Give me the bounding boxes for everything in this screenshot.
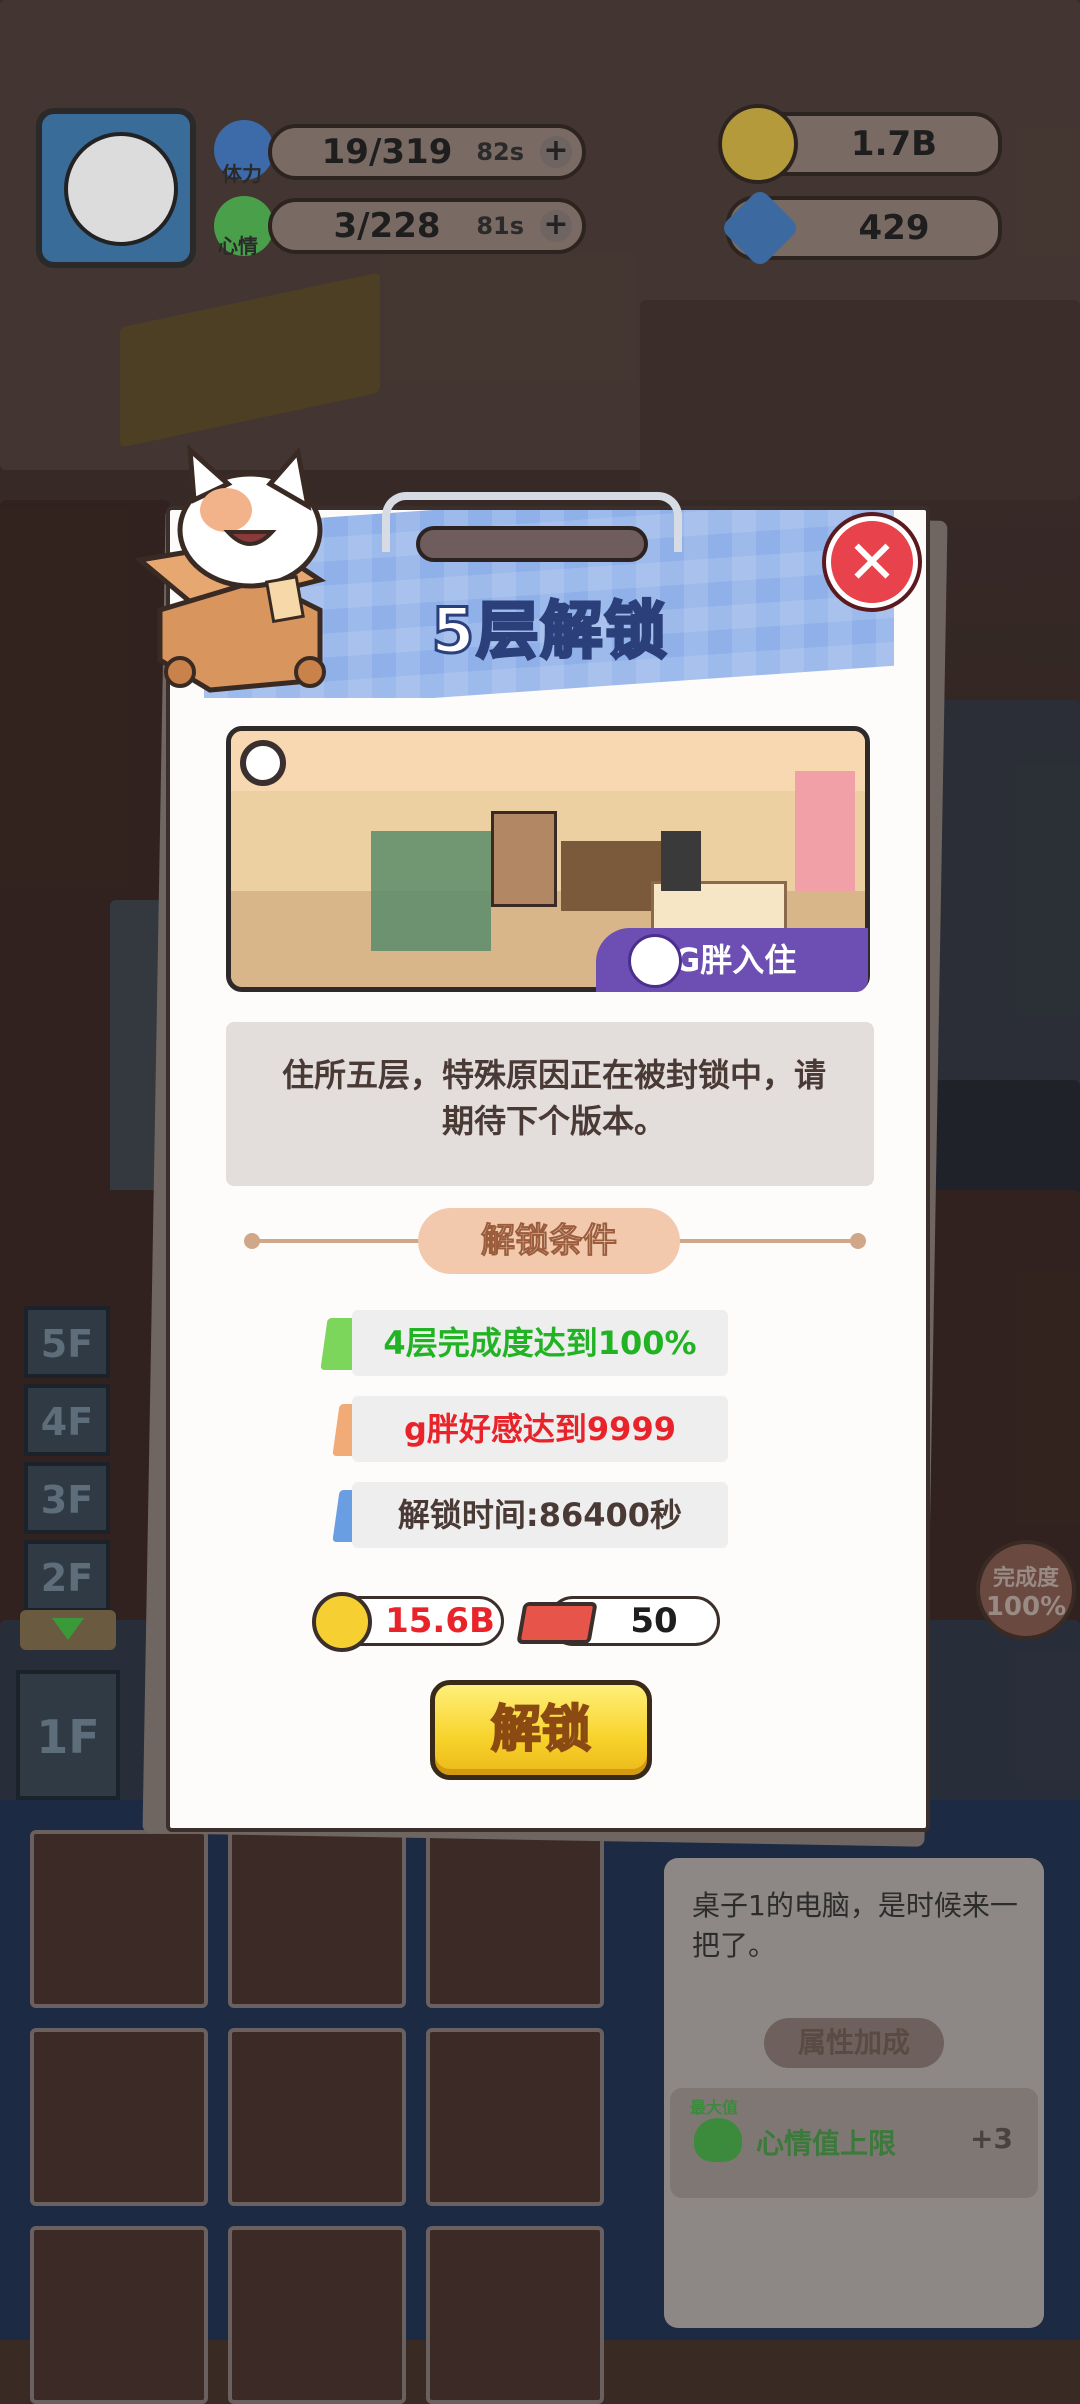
heart-icon [694,2118,742,2162]
inventory-item[interactable] [228,1830,406,2008]
condition-affection: g胖好感达到9999 [352,1396,728,1462]
attr-row: 最大值 心情值上限 +3 [670,2088,1038,2198]
inventory-item[interactable] [30,2028,208,2206]
hanging-ring [240,740,286,786]
clipboard-clip [382,492,682,562]
chevron-down-icon [52,1618,84,1640]
divider-dot [244,1233,260,1249]
mood-value: 3/228 [333,206,441,246]
coin-icon [312,1592,372,1652]
inventory-item[interactable] [228,2226,406,2404]
divider-left [250,1239,430,1243]
floor-tab-5f[interactable]: 5F [24,1306,110,1378]
stamina-timer: 82s [476,138,524,166]
cat-in-box-mascot [134,443,327,693]
close-button[interactable]: ✕ [826,516,918,608]
inventory-item[interactable] [30,2226,208,2404]
character-face-icon [628,934,682,988]
inventory-item[interactable] [426,1830,604,2008]
divider-right [676,1239,856,1243]
floor-tab-1f[interactable]: 1F [16,1670,120,1800]
attr-label: 心情值上限 [756,2127,897,2160]
coins-value: 1.7B [850,124,938,164]
completion-label: 完成度 [992,1566,1059,1591]
inventory-item[interactable] [228,2028,406,2206]
attr-title: 属性加成 [764,2018,944,2068]
inventory-item[interactable] [426,2226,604,2404]
conditions-title: 解锁条件 [418,1208,680,1274]
coin-icon [718,104,798,184]
stamina-label: 体力 [222,162,262,186]
unlock-button[interactable]: 解锁 [430,1680,652,1780]
mood-plus-button[interactable]: + [540,210,572,242]
divider-dot [850,1233,866,1249]
floor-down-arrow[interactable] [20,1610,116,1650]
item-detail-card: 桌子1的电脑，是时候来一把了。 属性加成 最大值 心情值上限 +3 [664,1858,1044,2328]
description-text: 住所五层，特殊原因正在被封锁中，请期待下个版本。 [281,1056,826,1140]
floor-tab-2f[interactable]: 2F [24,1540,110,1612]
inventory-item[interactable] [30,1830,208,2008]
completion-badge: 完成度 100% [976,1540,1076,1640]
completion-value: 100% [985,1592,1067,1622]
inventory-item[interactable] [426,2028,604,2206]
player-avatar[interactable] [36,108,196,268]
gems-value: 429 [858,208,930,248]
floor-tab-3f[interactable]: 3F [24,1462,110,1534]
condition-floor-completion: 4层完成度达到100% [352,1310,728,1376]
attr-value: +3 [970,2122,1013,2155]
avatar-face [64,132,178,246]
mood-bar: 3/228 81s + [268,198,586,254]
stamina-bar: 19/319 82s + [268,124,586,180]
brick-icon [516,1602,598,1644]
stamina-value: 19/319 [321,132,453,172]
condition-unlock-time: 解锁时间:86400秒 [352,1482,728,1548]
close-icon: ✕ [846,528,898,598]
floor-tab-4f[interactable]: 4F [24,1384,110,1456]
attr-badge: 最大值 [690,2098,739,2117]
stamina-plus-button[interactable]: + [540,136,572,168]
mood-timer: 81s [476,212,524,240]
item-description: 桌子1的电脑，是时候来一把了。 [692,1889,1018,1962]
mood-label: 心情 [218,234,258,258]
